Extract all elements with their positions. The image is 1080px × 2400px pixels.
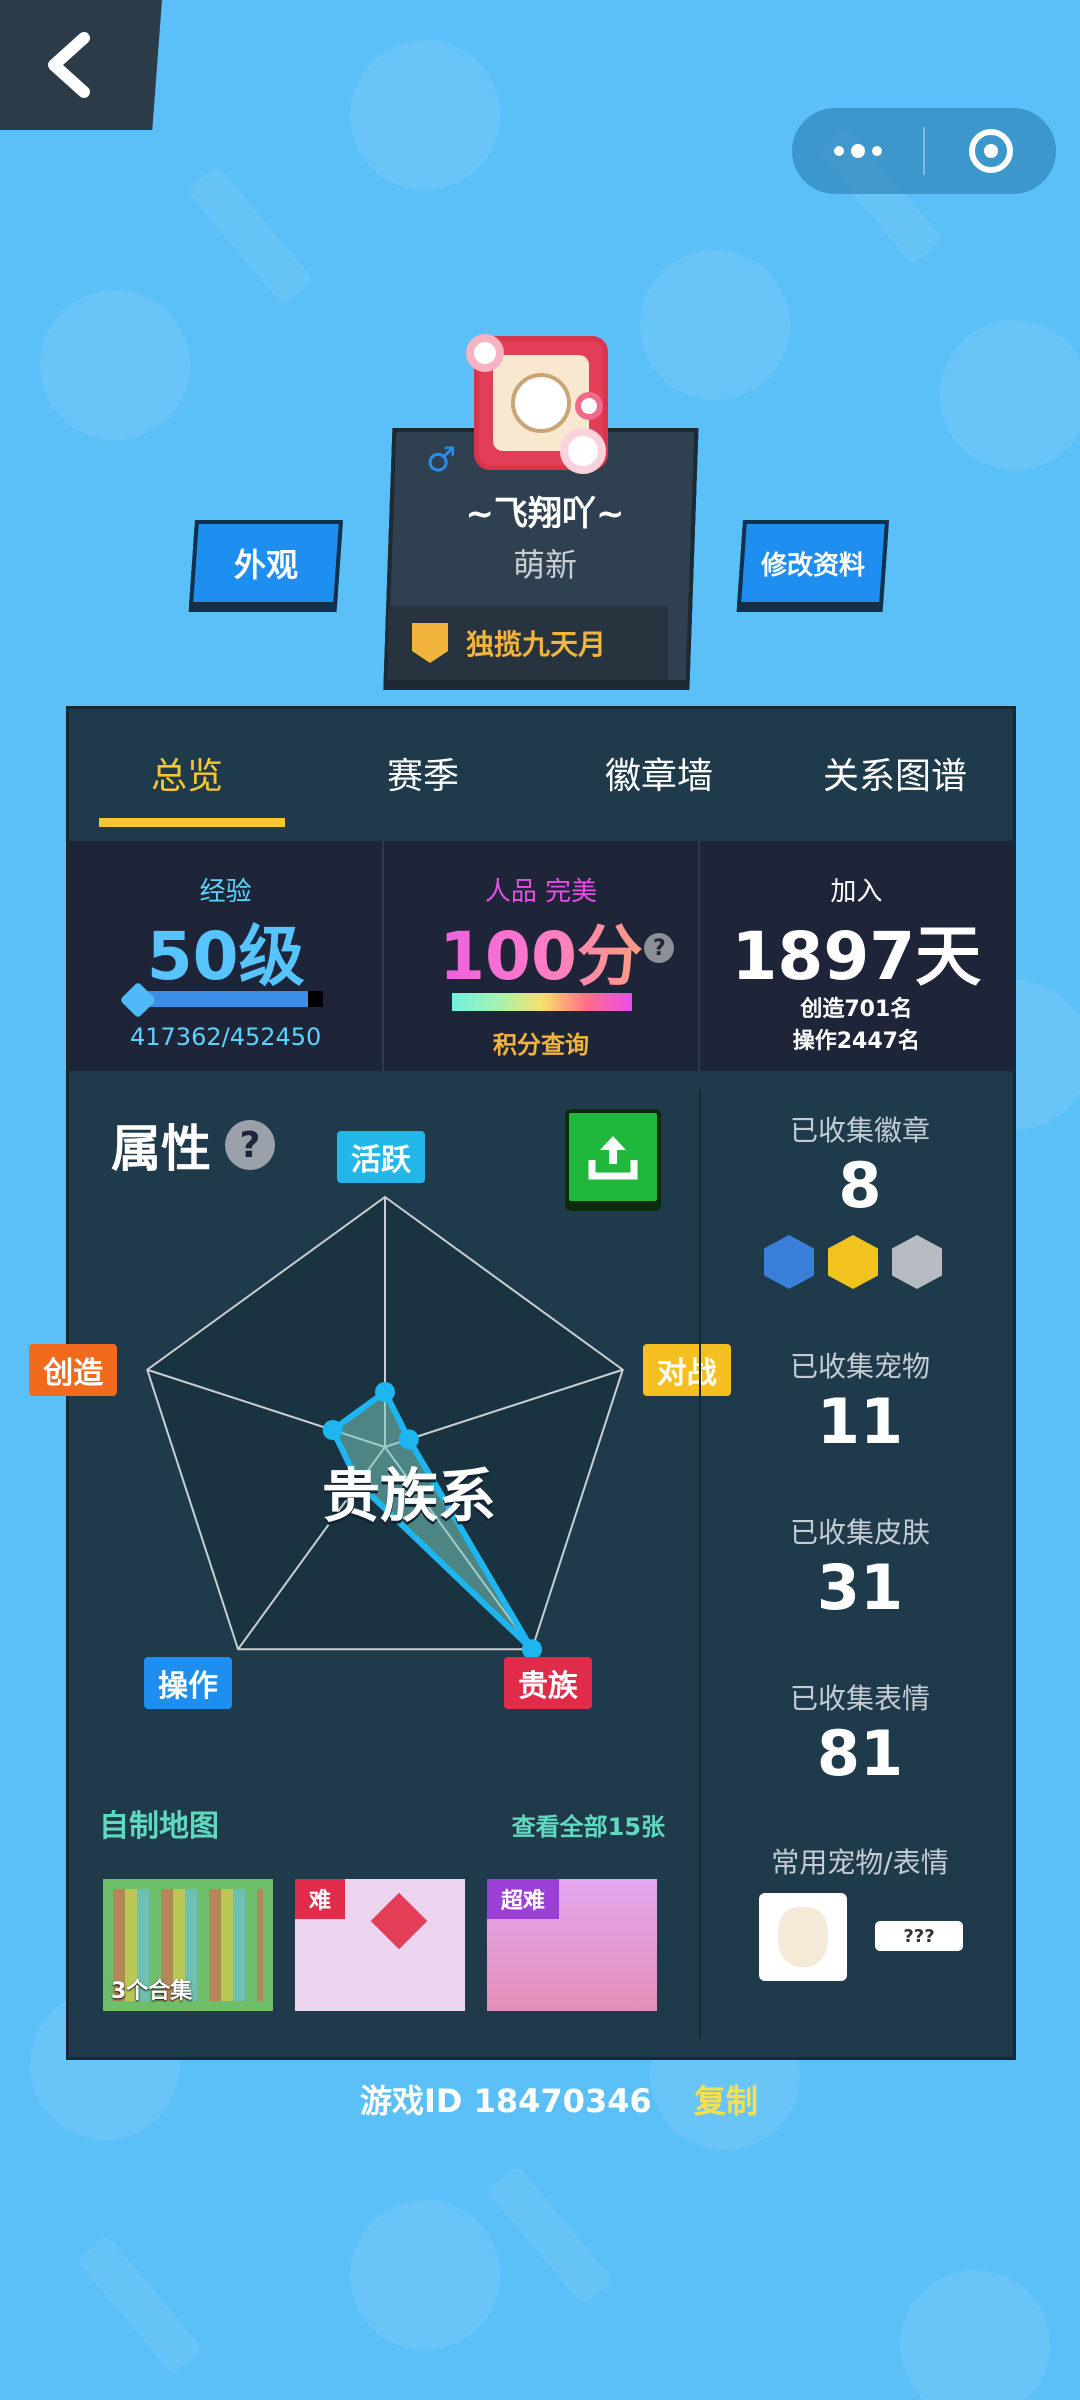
appearance-button[interactable]: 外观 xyxy=(188,520,344,606)
favorite-pet-card[interactable] xyxy=(759,1893,847,1981)
skins-collected-label: 已收集皮肤 xyxy=(789,1516,930,1549)
flower-icon xyxy=(575,392,603,420)
bunny-pet-icon xyxy=(778,1907,828,1967)
custom-maps-title: 自制地图 xyxy=(99,1809,219,1844)
attributes-title: 属性 ? xyxy=(111,1109,275,1181)
more-menu-button[interactable] xyxy=(792,108,923,194)
title-badge-text: 独揽九天月 xyxy=(466,628,607,661)
title-shield-icon xyxy=(412,623,448,663)
exp-progress-bar xyxy=(133,991,323,1007)
favorite-emote-placeholder[interactable]: ??? xyxy=(875,1921,963,1951)
difficulty-badge: 难 xyxy=(295,1879,346,1919)
radar-value-point xyxy=(398,1429,419,1450)
pets-collected-label: 已收集宠物 xyxy=(789,1350,930,1383)
badge-icon xyxy=(828,1235,878,1289)
target-icon xyxy=(968,129,1013,173)
radar-axis-tag: 创造 xyxy=(29,1343,118,1396)
badges-collected[interactable]: 已收集徽章 8 xyxy=(701,1109,1019,1222)
skins-collected-count: 31 xyxy=(816,1551,904,1624)
miniapp-capsule xyxy=(792,108,1056,194)
rp-stat: 人品 完美 100分 ? 积分查询 xyxy=(384,841,700,1071)
chevron-left-icon xyxy=(48,32,90,98)
badges-collected-label: 已收集徽章 xyxy=(789,1114,930,1147)
tab-overview[interactable]: 总览 xyxy=(69,709,305,837)
tab-relationship-graph[interactable]: 关系图谱 xyxy=(777,709,1013,837)
create-rank: 创造701名 xyxy=(800,997,913,1022)
rank-title: 萌新 xyxy=(512,546,577,584)
map-card-super-hard[interactable]: 超难 xyxy=(487,1879,657,2011)
flower-icon xyxy=(560,428,606,474)
skins-collected[interactable]: 已收集皮肤 31 xyxy=(701,1511,1019,1624)
exp-stat: 经验 50级 417362/452450 xyxy=(69,841,385,1071)
radar-axis-tag: 操作 xyxy=(144,1657,233,1710)
edit-profile-button[interactable]: 修改资料 xyxy=(736,520,890,606)
tab-badge-wall[interactable]: 徽章墙 xyxy=(541,709,777,837)
exp-progress-text: 417362/452450 xyxy=(130,1023,322,1051)
emotes-collected-label: 已收集表情 xyxy=(789,1682,930,1715)
flower-icon xyxy=(466,334,504,372)
tab-bar: 总览 赛季 徽章墙 关系图谱 xyxy=(69,709,1013,837)
gender-male-icon: ♂ xyxy=(426,440,457,480)
favorites-section: 常用宠物/表情 xyxy=(701,1841,1019,1881)
badge-icon xyxy=(892,1235,942,1289)
badge-icon xyxy=(764,1235,814,1289)
map-card-hard[interactable]: 难 xyxy=(295,1879,465,2011)
rp-gradient-bar xyxy=(452,993,633,1011)
title-badge[interactable]: 独揽九天月 xyxy=(388,606,668,680)
radar-center-label: 贵族系 xyxy=(321,1462,496,1530)
attributes-help-icon[interactable]: ? xyxy=(225,1120,275,1170)
attributes-title-text: 属性 xyxy=(111,1120,211,1178)
share-upload-icon xyxy=(588,1136,638,1180)
tab-season[interactable]: 赛季 xyxy=(305,709,541,837)
join-days: 1897天 xyxy=(731,918,982,995)
difficulty-badge: 超难 xyxy=(487,1879,560,1919)
radar-value-point xyxy=(375,1382,395,1402)
custom-maps-header: 自制地图 查看全部15张 xyxy=(69,1779,699,1844)
exp-level: 50级 xyxy=(146,918,305,995)
back-button[interactable] xyxy=(0,0,162,130)
pets-collected[interactable]: 已收集宠物 11 xyxy=(701,1345,1019,1458)
radar-axis-tag: 贵族 xyxy=(503,1657,592,1710)
stats-row: 经验 50级 417362/452450 人品 完美 100分 ? 积分查询 加… xyxy=(69,841,1013,1071)
nickname: ~飞翔吖~ xyxy=(465,494,625,534)
favorites-label: 常用宠物/表情 xyxy=(771,1846,949,1879)
badge-icon-row xyxy=(764,1235,942,1289)
map-collection-count: 3个合集 xyxy=(111,1979,193,2004)
pets-collected-count: 11 xyxy=(816,1385,904,1458)
join-stat: 加入 1897天 创造701名 操作2447名 xyxy=(700,841,1013,1071)
view-all-maps-link[interactable]: 查看全部15张 xyxy=(512,1807,665,1842)
radar-value-point xyxy=(322,1420,343,1441)
radar-value-point xyxy=(521,1639,542,1660)
radar-axis-tag: 活跃 xyxy=(337,1131,425,1183)
edit-profile-button-label: 修改资料 xyxy=(760,550,865,581)
profile-panel: 总览 赛季 徽章墙 关系图谱 经验 50级 417362/452450 人品 完… xyxy=(29,706,1019,2060)
badges-collected-count: 8 xyxy=(838,1149,882,1222)
emotes-collected[interactable]: 已收集表情 81 xyxy=(701,1677,1019,1790)
rp-query-link[interactable]: 积分查询 xyxy=(384,1025,697,1060)
appearance-button-label: 外观 xyxy=(233,546,298,584)
operate-rank: 操作2447名 xyxy=(792,1029,920,1054)
copy-id-link[interactable]: 复制 xyxy=(694,2076,758,2122)
emotes-collected-count: 81 xyxy=(816,1717,904,1790)
game-id: 游戏ID 18470346 xyxy=(360,2082,652,2120)
close-miniapp-button[interactable] xyxy=(925,108,1056,194)
map-card-collection[interactable]: 3个合集 xyxy=(103,1879,273,2011)
more-dots-icon xyxy=(833,144,882,158)
